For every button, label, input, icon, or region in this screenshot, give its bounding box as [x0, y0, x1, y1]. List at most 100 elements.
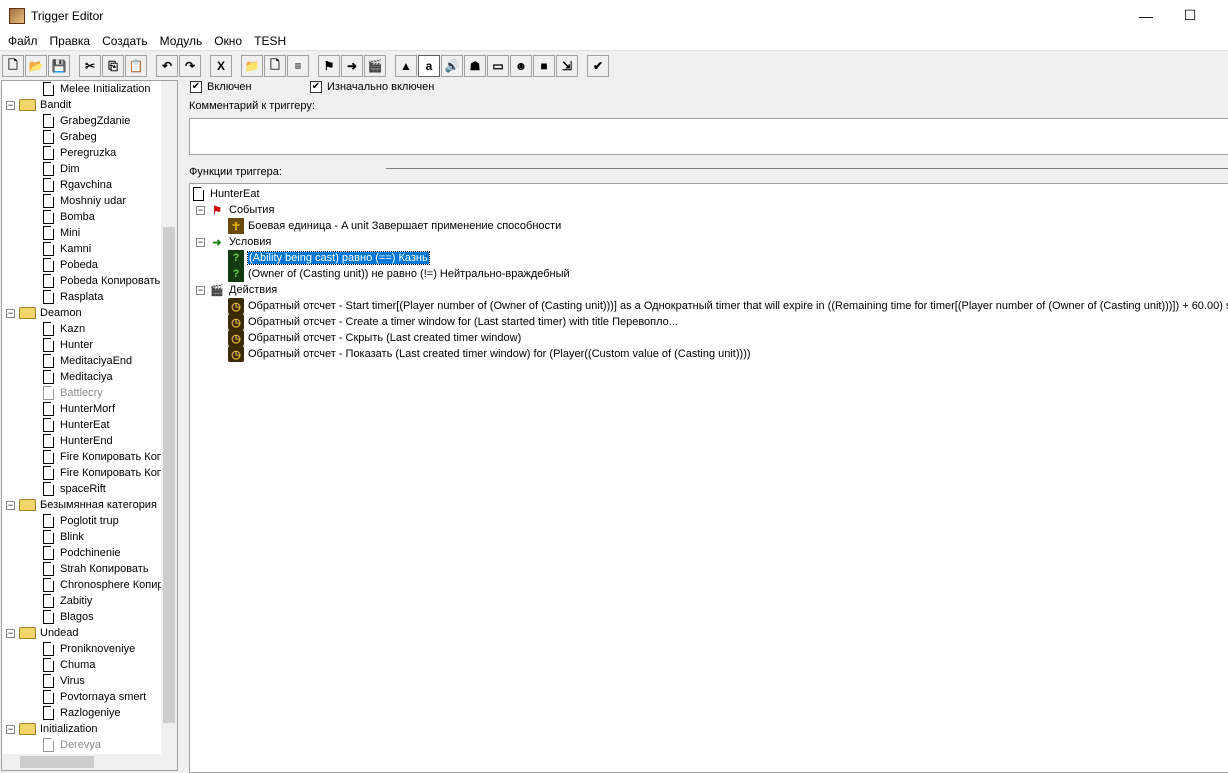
- minimize-button[interactable]: —: [1123, 0, 1169, 31]
- splitter[interactable]: [386, 168, 1228, 169]
- tree-item[interactable]: − Bandit: [6, 97, 71, 113]
- function-group[interactable]: − ⚑ События: [196, 202, 274, 218]
- copy-button[interactable]: ⎘: [102, 55, 124, 77]
- collapse-icon[interactable]: −: [6, 500, 15, 510]
- function-item[interactable]: ◷ Обратный отсчет - Create a timer window…: [228, 314, 678, 330]
- tree-item[interactable]: Fire Копировать Коп: [43, 449, 163, 465]
- tree-item[interactable]: Pobeda: [43, 257, 98, 273]
- tree-item[interactable]: Melee Initialization: [43, 81, 151, 97]
- vertical-scrollbar[interactable]: [161, 81, 177, 755]
- tree-item[interactable]: − Undead: [6, 625, 79, 641]
- menu-3[interactable]: Модуль: [154, 34, 209, 48]
- tree-item[interactable]: Zabitiy: [43, 593, 92, 609]
- function-item[interactable]: ◷ Обратный отсчет - Start timer[(Player n…: [228, 298, 1228, 314]
- collapse-icon[interactable]: −: [6, 100, 15, 110]
- scroll-thumb[interactable]: [20, 756, 94, 768]
- new-trigger-button[interactable]: 🗋: [264, 55, 286, 77]
- menu-4[interactable]: Окно: [208, 34, 248, 48]
- tree-item[interactable]: Chuma: [43, 657, 95, 673]
- horizontal-scrollbar[interactable]: [2, 754, 177, 770]
- tree-item[interactable]: HunterEat: [43, 417, 110, 433]
- tree-item[interactable]: HunterEnd: [43, 433, 113, 449]
- trigger-tree[interactable]: Melee Initialization − Bandit GrabegZdanie G…: [1, 80, 178, 771]
- tree-item[interactable]: Meditaciya: [43, 369, 113, 385]
- object-manager-button[interactable]: ■: [533, 55, 555, 77]
- menu-0[interactable]: Файл: [2, 34, 44, 48]
- menu-1[interactable]: Правка: [44, 34, 97, 48]
- tree-item[interactable]: Dim: [43, 161, 80, 177]
- object-editor-button[interactable]: ☗: [464, 55, 486, 77]
- trigger-functions-tree[interactable]: HunterEat − ⚑ События ☥ Боевая единица - A un…: [189, 183, 1228, 773]
- tree-item[interactable]: Rgavchina: [43, 177, 112, 193]
- function-item[interactable]: ? (Owner of (Casting unit)) не равно (!=)…: [228, 266, 570, 282]
- tree-item[interactable]: Peregruzka: [43, 145, 116, 161]
- tree-item[interactable]: Moshniy udar: [43, 193, 126, 209]
- collapse-icon[interactable]: −: [6, 724, 15, 734]
- trigger-root[interactable]: HunterEat: [193, 186, 260, 202]
- tree-item[interactable]: Razlogeniye: [43, 705, 121, 721]
- maximize-button[interactable]: ☐: [1167, 0, 1213, 31]
- menu-5[interactable]: TESH: [248, 34, 292, 48]
- new-category-button[interactable]: 📁: [241, 55, 263, 77]
- tree-item[interactable]: GrabegZdanie: [43, 113, 130, 129]
- tree-item[interactable]: Battlecry: [43, 385, 103, 401]
- ai-editor-button[interactable]: ☻: [510, 55, 532, 77]
- import-manager-button[interactable]: ⇲: [556, 55, 578, 77]
- tree-item[interactable]: Virus: [43, 673, 85, 689]
- collapse-icon[interactable]: −: [196, 285, 205, 295]
- tree-item[interactable]: Blagos: [43, 609, 94, 625]
- tree-item[interactable]: − Deamon: [6, 305, 82, 321]
- tree-item[interactable]: Rasplata: [43, 289, 103, 305]
- tree-item[interactable]: − Безымянная категория: [6, 497, 157, 513]
- function-group[interactable]: − 🎬 Действия: [196, 282, 277, 298]
- collapse-icon[interactable]: −: [6, 308, 15, 318]
- comment-textarea[interactable]: [189, 118, 1228, 155]
- enabled-checkbox[interactable]: ✔ Включен: [190, 81, 252, 93]
- tree-item[interactable]: Blink: [43, 529, 84, 545]
- function-item[interactable]: ◷ Обратный отсчет - Показать (Last create…: [228, 346, 751, 362]
- new-comment-button[interactable]: ≡: [287, 55, 309, 77]
- jass-button[interactable]: X: [210, 55, 232, 77]
- collapse-icon[interactable]: −: [196, 237, 205, 247]
- new-button[interactable]: 🗋: [2, 55, 24, 77]
- tree-item[interactable]: Kamni: [43, 241, 91, 257]
- function-item[interactable]: ☥ Боевая единица - A unit Завершает приме…: [228, 218, 561, 234]
- save-button[interactable]: 💾: [48, 55, 70, 77]
- tree-item[interactable]: Povtornaya smert: [43, 689, 146, 705]
- tree-item[interactable]: − Initialization: [6, 721, 97, 737]
- tree-item[interactable]: Bomba: [43, 209, 95, 225]
- tree-item[interactable]: MeditaciyaEnd: [43, 353, 132, 369]
- new-action-button[interactable]: 🎬: [364, 55, 386, 77]
- terrain-editor-button[interactable]: ▲: [395, 55, 417, 77]
- undo-button[interactable]: ↶: [156, 55, 178, 77]
- tree-item[interactable]: Mini: [43, 225, 80, 241]
- tree-item[interactable]: HunterMorf: [43, 401, 115, 417]
- function-group[interactable]: − ➜ Условия: [196, 234, 271, 250]
- tree-item[interactable]: Derevya: [43, 737, 101, 753]
- function-item[interactable]: ◷ Обратный отсчет - Скрыть (Last created …: [228, 330, 521, 346]
- new-event-button[interactable]: ⚑: [318, 55, 340, 77]
- campaign-editor-button[interactable]: ▭: [487, 55, 509, 77]
- tree-item[interactable]: Fire Копировать Коп: [43, 465, 163, 481]
- paste-button[interactable]: 📋: [125, 55, 147, 77]
- tree-item[interactable]: Grabeg: [43, 129, 97, 145]
- tree-item[interactable]: Kazn: [43, 321, 85, 337]
- new-condition-button[interactable]: ➜: [341, 55, 363, 77]
- scroll-thumb[interactable]: [163, 227, 175, 723]
- tree-item[interactable]: Pobeda Копировать: [43, 273, 160, 289]
- menu-2[interactable]: Создать: [96, 34, 154, 48]
- collapse-icon[interactable]: −: [6, 628, 15, 638]
- collapse-icon[interactable]: −: [196, 205, 205, 215]
- open-button[interactable]: 📂: [25, 55, 47, 77]
- tree-item[interactable]: Podchinenie: [43, 545, 121, 561]
- tree-item[interactable]: Hunter: [43, 337, 93, 353]
- tree-item[interactable]: Poglotit trup: [43, 513, 119, 529]
- redo-button[interactable]: ↷: [179, 55, 201, 77]
- tree-item[interactable]: Proniknoveniye: [43, 641, 135, 657]
- tree-item[interactable]: Strah Копировать: [43, 561, 149, 577]
- trigger-editor-button[interactable]: a: [418, 55, 440, 77]
- function-item[interactable]: ? (Ability being cast) равно (==) Казнь: [228, 250, 430, 266]
- initially-on-checkbox[interactable]: ✔ Изначально включен: [310, 81, 434, 93]
- tree-item[interactable]: spaceRift: [43, 481, 106, 497]
- tree-item[interactable]: Chronosphere Копир: [43, 577, 164, 593]
